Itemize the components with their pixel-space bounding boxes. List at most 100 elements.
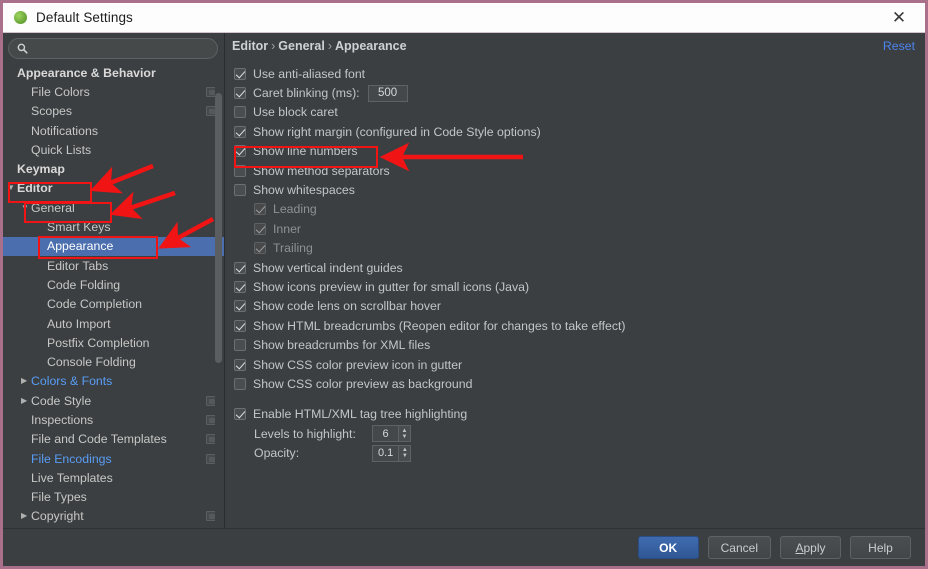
chevron-down-icon[interactable]: ▼ [21, 203, 29, 212]
sidebar-item-code-folding[interactable]: Code Folding [3, 275, 224, 294]
option-row[interactable]: Trailing [234, 239, 925, 258]
sidebar-item-label: File and Code Templates [31, 432, 167, 447]
breadcrumb-part[interactable]: General [278, 39, 325, 53]
option-row[interactable]: Show method separators [234, 161, 925, 180]
option-label: Inner [273, 221, 302, 236]
ok-button[interactable]: OK [637, 536, 699, 559]
help-button[interactable]: Help [850, 536, 911, 559]
option-row[interactable]: Show CSS color preview as background [234, 374, 925, 393]
checkbox-caret-blinking-ms[interactable] [234, 87, 246, 100]
checkbox-show-html-breadcrumbs-reopen-editor-for-[interactable] [234, 319, 246, 332]
apply-button[interactable]: Apply [780, 536, 841, 559]
sidebar-item-keymap[interactable]: Keymap [3, 159, 224, 178]
levels-value[interactable]: 6 [372, 425, 398, 443]
checkbox-show-whitespaces[interactable] [234, 184, 246, 197]
sidebar-item-appearance-behavior[interactable]: Appearance & Behavior [3, 63, 224, 82]
sidebar-item-appearance[interactable]: Appearance [3, 236, 224, 256]
sidebar-item-file-and-code-templates[interactable]: File and Code Templates [3, 430, 224, 449]
option-row[interactable]: Show right margin (configured in Code St… [234, 122, 925, 141]
option-label: Show right margin (configured in Code St… [253, 124, 541, 139]
sidebar-item-file-colors[interactable]: File Colors [3, 82, 224, 101]
chevron-right-icon[interactable]: ▶ [21, 377, 27, 385]
apply-rest: pply [803, 540, 826, 555]
checkbox-enable-tag-tree[interactable] [234, 408, 246, 421]
opacity-value[interactable]: 0.1 [372, 444, 399, 462]
sidebar-item-colors-fonts[interactable]: ▶ Colors & Fonts [3, 372, 224, 391]
option-row[interactable]: Show line numbers [234, 142, 925, 161]
sidebar-item-file-types[interactable]: File Types [3, 488, 224, 507]
sidebar-item-copyright[interactable]: ▶ Copyright [3, 507, 224, 526]
chevron-right-icon[interactable]: ▶ [21, 396, 27, 405]
sidebar-item-editor-tabs[interactable]: Editor Tabs [3, 256, 224, 275]
levels-stepper[interactable]: 6 ▲ ▼ [372, 425, 411, 443]
sidebar-item-live-templates[interactable]: Live Templates [3, 468, 224, 487]
sidebar-item-smart-keys[interactable]: Smart Keys [3, 217, 224, 236]
reset-link[interactable]: Reset [883, 39, 915, 53]
option-row[interactable]: Show CSS color preview icon in gutter [234, 355, 925, 374]
checkbox-show-css-color-preview-as-background[interactable] [234, 377, 246, 390]
spin-down-icon[interactable]: ▼ [402, 434, 408, 440]
sidebar-item-label: Console Folding [47, 355, 136, 370]
search-input[interactable] [28, 42, 217, 55]
caret-blinking-input[interactable]: 500 [367, 84, 408, 102]
option-row[interactable]: Inner [234, 219, 925, 238]
chevron-right-icon[interactable]: ▶ [21, 512, 27, 520]
sidebar-item-code-style[interactable]: ▶ Code Style [3, 391, 224, 410]
option-label: Show CSS color preview icon in gutter [253, 357, 463, 372]
checkbox-show-css-color-preview-icon-in-gutter[interactable] [234, 358, 246, 371]
sidebar-scrollbar[interactable] [215, 65, 222, 527]
apply-mnemonic: A [795, 540, 804, 555]
option-row[interactable]: Caret blinking (ms): 500 [234, 83, 925, 102]
sidebar-item-editor[interactable]: ▼ Editor [3, 179, 224, 198]
sidebar-item-label: Smart Keys [47, 220, 111, 235]
settings-dialog: Default Settings ✕ Appearance & Behavior… [0, 0, 928, 569]
checkbox-show-right-margin-configured-in-code-sty[interactable] [234, 125, 246, 138]
chevron-down-icon[interactable]: ▼ [7, 184, 15, 192]
opacity-stepper[interactable]: 0.1 ▲ ▼ [372, 444, 412, 462]
spin-down-icon[interactable]: ▼ [402, 453, 408, 459]
sidebar-item-console-folding[interactable]: Console Folding [3, 352, 224, 371]
sidebar-item-label: Appearance & Behavior [17, 65, 156, 80]
checkbox-use-block-caret[interactable] [234, 106, 246, 119]
checkbox-show-code-lens-on-scrollbar-hover[interactable] [234, 300, 246, 313]
sidebar-item-postfix-completion[interactable]: Postfix Completion [3, 333, 224, 352]
option-row[interactable]: Show whitespaces [234, 180, 925, 199]
sidebar-item-auto-import[interactable]: Auto Import [3, 314, 224, 333]
sidebar-scrollbar-thumb[interactable] [215, 93, 222, 363]
option-row[interactable]: Show breadcrumbs for XML files [234, 335, 925, 354]
option-row-tag-tree[interactable]: Enable HTML/XML tag tree highlighting [234, 405, 925, 424]
sidebar-item-label: Code Style [31, 393, 92, 408]
option-row[interactable]: Show code lens on scrollbar hover [234, 297, 925, 316]
levels-spin-buttons[interactable]: ▲ ▼ [398, 425, 411, 443]
sidebar-item-notifications[interactable]: Notifications [3, 121, 224, 140]
option-row[interactable]: Use anti-aliased font [234, 64, 925, 83]
breadcrumb-part[interactable]: Appearance [335, 39, 407, 53]
sidebar-item-label: Appearance [47, 239, 114, 254]
sidebar-item-general[interactable]: ▼ General [3, 198, 224, 217]
breadcrumb-part[interactable]: Editor [232, 39, 268, 53]
option-row[interactable]: Show HTML breadcrumbs (Reopen editor for… [234, 316, 925, 335]
sidebar-item-label: Editor Tabs [47, 258, 109, 273]
option-row[interactable]: Leading [234, 200, 925, 219]
checkbox-use-anti-aliased-font[interactable] [234, 67, 246, 80]
close-icon[interactable]: ✕ [879, 3, 919, 32]
cancel-button[interactable]: Cancel [707, 536, 771, 559]
sidebar-item-label: File Colors [31, 84, 90, 99]
checkbox-show-method-separators[interactable] [234, 164, 246, 177]
sidebar-item-inspections[interactable]: Inspections [3, 410, 224, 429]
option-row[interactable]: Show icons preview in gutter for small i… [234, 277, 925, 296]
checkbox-show-line-numbers[interactable] [234, 145, 246, 158]
title-bar: Default Settings ✕ [3, 3, 925, 33]
checkbox-show-icons-preview-in-gutter-for-small-i[interactable] [234, 280, 246, 293]
sidebar-item-code-completion[interactable]: Code Completion [3, 295, 224, 314]
breadcrumb-separator: › [327, 39, 333, 53]
checkbox-show-breadcrumbs-for-xml-files[interactable] [234, 339, 246, 352]
search-box[interactable] [8, 38, 218, 59]
option-row[interactable]: Use block caret [234, 103, 925, 122]
opacity-spin-buttons[interactable]: ▲ ▼ [398, 444, 412, 462]
sidebar-item-scopes[interactable]: Scopes [3, 102, 224, 121]
sidebar-item-file-encodings[interactable]: File Encodings [3, 449, 224, 468]
checkbox-show-vertical-indent-guides[interactable] [234, 261, 246, 274]
sidebar-item-quick-lists[interactable]: Quick Lists [3, 140, 224, 159]
option-row[interactable]: Show vertical indent guides [234, 258, 925, 277]
